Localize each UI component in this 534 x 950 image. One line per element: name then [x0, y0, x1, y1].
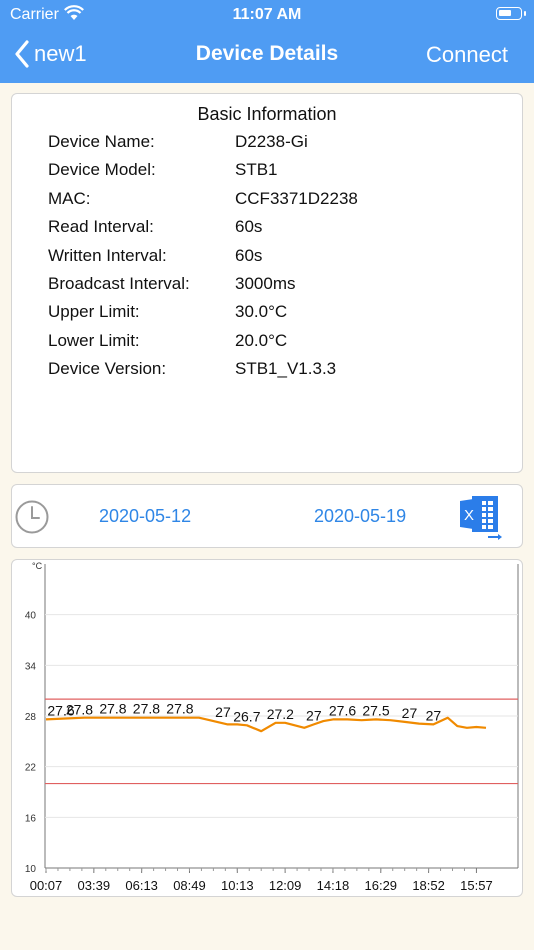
x-tick-label: 08:49 — [173, 878, 206, 893]
info-key: Written Interval: — [48, 246, 167, 265]
y-tick-label: 22 — [25, 763, 37, 774]
battery-icon — [496, 7, 526, 20]
info-key: Device Name: — [48, 132, 155, 151]
y-tick-label: 16 — [25, 813, 37, 824]
data-label: 27 — [215, 704, 231, 720]
basic-info-panel: Basic Information Device Name: D2238-Gi … — [11, 93, 523, 473]
data-label: 26.7 — [233, 708, 260, 724]
temperature-chart-panel: °C 10 16 22 28 34 40 00:07 03:39 06:13 08:49 10:13 1… — [11, 559, 523, 897]
y-unit-label: °C — [32, 561, 43, 571]
data-label: 27.8 — [166, 701, 193, 717]
x-tick-label: 10:13 — [221, 878, 254, 893]
status-time: 11:07 AM — [232, 6, 302, 23]
data-label: 27 — [402, 705, 418, 721]
header: Carrier 11:07 AM new1 Device Details Con… — [0, 0, 534, 83]
info-key: Device Model: — [48, 160, 156, 179]
info-key: Broadcast Interval: — [48, 274, 190, 293]
y-tick-label: 10 — [25, 864, 37, 875]
info-key: Read Interval: — [48, 217, 154, 236]
x-tick-label: 12:09 — [269, 878, 302, 893]
data-label: 27.5 — [362, 702, 389, 718]
x-tick-label: 15:57 — [460, 878, 493, 893]
x-tick-label: 03:39 — [78, 878, 111, 893]
basic-info-title: Basic Information — [197, 104, 337, 124]
info-key: Lower Limit: — [48, 331, 140, 350]
clock-icon[interactable] — [14, 499, 50, 540]
info-value: 60s — [235, 217, 263, 236]
status-bar: Carrier 11:07 AM — [0, 0, 534, 30]
info-value: 20.0°C — [235, 331, 288, 350]
start-date-button[interactable]: 2020-05-12 — [99, 506, 191, 527]
info-value: 30.0°C — [235, 302, 288, 321]
info-value: 60s — [235, 246, 263, 265]
data-label: 27 — [426, 707, 442, 723]
info-key: Upper Limit: — [48, 302, 140, 321]
info-value: CCF3371D2238 — [235, 189, 358, 208]
info-value: 3000ms — [235, 274, 296, 293]
x-tick-label: 18:52 — [412, 878, 445, 893]
excel-export-icon[interactable]: X — [458, 493, 506, 546]
svg-text:X: X — [464, 507, 474, 524]
connect-button[interactable]: Connect — [426, 42, 508, 68]
data-label: 27.2 — [267, 706, 294, 722]
y-tick-label: 34 — [25, 661, 37, 672]
y-tick-label: 28 — [25, 712, 37, 723]
x-tick-label: 14:18 — [317, 878, 350, 893]
data-label: 27.8 — [99, 701, 126, 717]
data-label: 27.8 — [66, 702, 93, 718]
info-value: STB1 — [235, 160, 278, 179]
date-range-panel: 2020-05-12 2020-05-19 X — [11, 484, 523, 548]
info-value: STB1_V1.3.3 — [235, 359, 337, 378]
data-label: 27 — [306, 707, 322, 723]
info-value: D2238-Gi — [235, 132, 308, 151]
x-tick-label: 06:13 — [125, 878, 158, 893]
x-tick-label: 00:07 — [30, 878, 63, 893]
data-label: 27.6 — [329, 702, 356, 718]
x-tick-label: 16:29 — [365, 878, 398, 893]
data-label: 27.8 — [133, 701, 160, 717]
temperature-chart: °C 10 16 22 28 34 40 00:07 03:39 06:13 08:49 10:13 1… — [25, 561, 519, 893]
end-date-button[interactable]: 2020-05-19 — [314, 506, 406, 527]
info-key: MAC: — [48, 189, 91, 208]
info-key: Device Version: — [48, 359, 167, 378]
y-tick-label: 40 — [25, 611, 37, 622]
